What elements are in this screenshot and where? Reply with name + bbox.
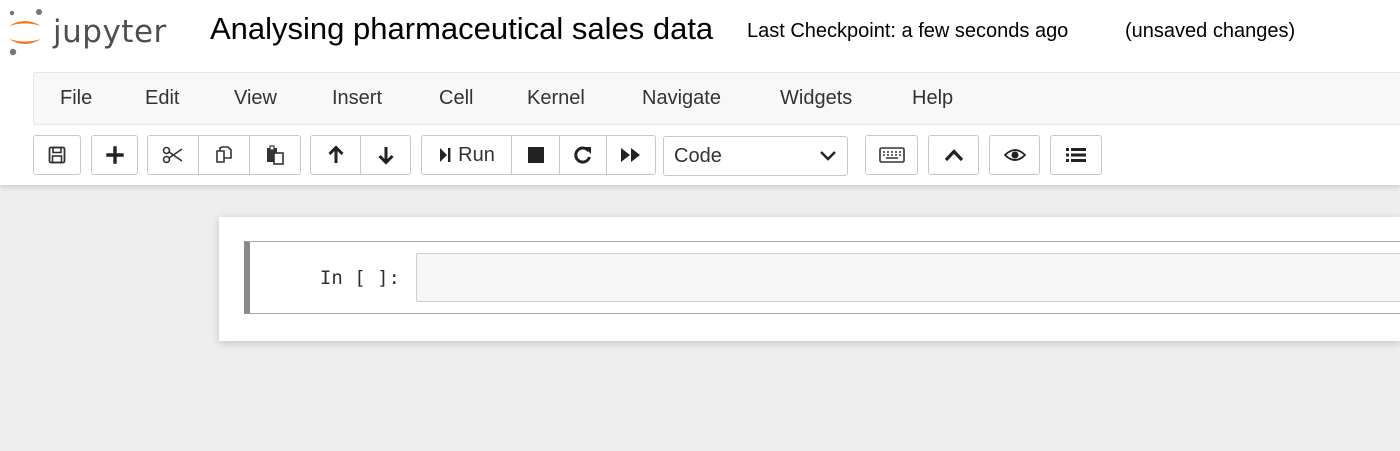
cell-type-value: Code [674,144,722,167]
toolbar-toc-group [1050,135,1102,175]
header: jupyter Analysing pharmaceutical sales d… [0,0,1400,185]
list-icon [1066,148,1086,162]
step-run-icon [440,148,451,162]
cell-type-select[interactable]: Code [663,136,848,176]
run-button[interactable]: Run [421,135,512,175]
logo-text: jupyter [53,14,167,50]
fast-forward-icon [621,148,640,162]
interrupt-button[interactable] [511,135,560,175]
keyboard-icon [878,147,905,163]
toolbar-save-group [33,135,81,175]
input-prompt: In [ ]: [319,266,400,289]
jupyter-logo-icon [9,9,42,56]
menu-cell[interactable]: Cell [439,73,473,124]
move-up-button[interactable] [310,135,361,175]
restart-run-all-button[interactable] [606,135,656,175]
menu-file[interactable]: File [60,73,92,124]
table-of-contents-button[interactable] [1050,135,1102,175]
toolbar-header-toggle-group [928,135,979,175]
paste-icon [267,145,284,165]
plus-icon [105,146,124,164]
arrow-up-icon [327,145,344,163]
cut-button[interactable] [147,135,199,175]
toolbar-edit-group [147,135,301,175]
toggle-view-button[interactable] [989,135,1040,175]
insert-cell-button[interactable] [91,135,138,175]
unsaved-status: (unsaved changes) [1125,20,1296,42]
jupyter-logo[interactable]: jupyter [5,4,185,60]
toolbar-move-group [310,135,411,175]
command-palette-button[interactable] [865,135,918,175]
save-icon [48,146,66,164]
menu-kernel[interactable]: Kernel [527,73,585,124]
arrow-down-icon [377,147,394,165]
paste-button[interactable] [249,135,301,175]
menu-widgets[interactable]: Widgets [780,73,852,124]
notebook-title[interactable]: Analysing pharmaceutical sales data [210,11,713,47]
menu-edit[interactable]: Edit [145,73,179,124]
copy-icon [216,146,232,163]
menu-navigate[interactable]: Navigate [642,73,721,124]
chevron-down-icon [820,151,836,161]
copy-button[interactable] [198,135,250,175]
run-label: Run [458,143,495,166]
notebook-container: In [ ]: [219,217,1400,341]
chevron-up-icon [944,149,963,162]
cut-icon [162,146,183,164]
code-input[interactable] [416,253,1400,302]
toolbar-insert-group [91,135,138,175]
toggle-header-button[interactable] [928,135,979,175]
menu-insert[interactable]: Insert [332,73,382,124]
eye-icon [1003,149,1026,161]
code-cell[interactable]: In [ ]: [244,241,1400,314]
toolbar-palette-group [865,135,918,175]
restart-icon [574,146,591,164]
restart-button[interactable] [559,135,607,175]
menu-view[interactable]: View [234,73,277,124]
checkpoint-status: Last Checkpoint: a few seconds ago [747,20,1069,42]
move-down-button[interactable] [360,135,411,175]
menubar: File Edit View Insert Cell Kernel Naviga… [33,72,1400,125]
toolbar-view-group [989,135,1040,175]
menu-help[interactable]: Help [912,73,953,124]
save-button[interactable] [33,135,81,175]
toolbar-run-group: Run [421,135,656,175]
stop-icon [527,147,544,163]
